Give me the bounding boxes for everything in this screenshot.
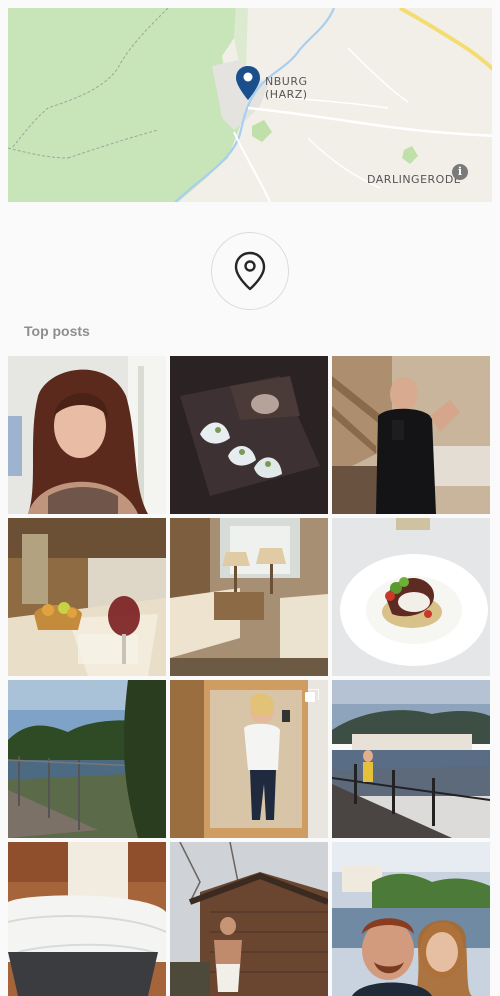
post-thumbnail[interactable] <box>8 356 166 514</box>
post-thumbnail[interactable] <box>170 518 328 676</box>
map-marker-icon[interactable] <box>236 66 260 100</box>
location-map[interactable]: NBURG (HARZ) DARLINGERODE i <box>8 8 492 202</box>
post-thumbnail[interactable] <box>332 518 490 676</box>
multiple-photos-icon <box>305 689 319 702</box>
map-town-label: NBURG (HARZ) <box>265 75 308 101</box>
post-thumbnail[interactable] <box>8 518 166 676</box>
map-info-icon[interactable]: i <box>452 164 468 180</box>
location-pin-icon <box>234 251 266 291</box>
post-thumbnail[interactable] <box>170 680 328 838</box>
post-thumbnail[interactable] <box>8 680 166 838</box>
post-thumbnail[interactable] <box>8 842 166 996</box>
post-thumbnail[interactable] <box>170 356 328 514</box>
post-thumbnail[interactable] <box>170 842 328 996</box>
location-icon-circle <box>211 232 289 310</box>
map-village-label: DARLINGERODE <box>367 173 462 186</box>
post-thumbnail[interactable] <box>332 842 490 996</box>
post-thumbnail[interactable] <box>332 356 490 514</box>
post-thumbnail[interactable] <box>332 680 490 838</box>
top-posts-heading: Top posts <box>24 323 90 339</box>
